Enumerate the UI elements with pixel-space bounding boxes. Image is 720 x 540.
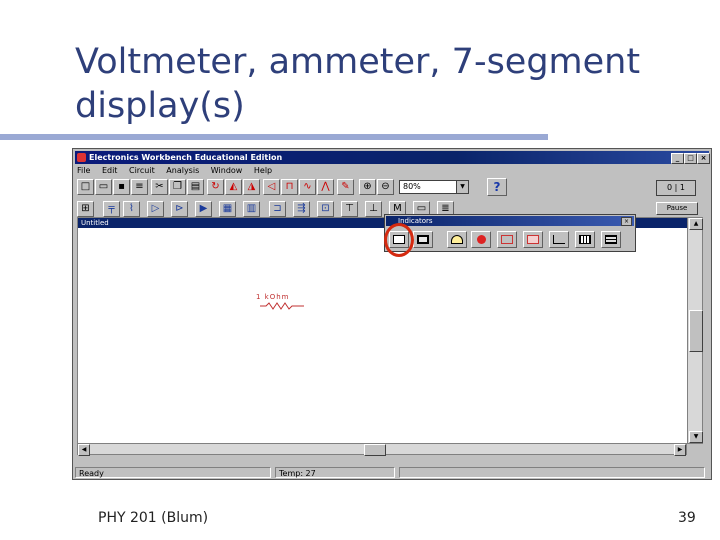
bargraph-icon[interactable] [575,231,595,248]
cut-icon[interactable]: ✂ [151,179,168,195]
analysis-graph-icon[interactable]: ⋀ [317,179,334,195]
app-icon [77,153,86,162]
app-window: Electronics Workbench Educational Editio… [72,148,712,480]
status-temperature: Temp: 27 [275,467,395,478]
bulb-icon[interactable] [447,231,467,248]
decoded-seven-segment-display-icon[interactable] [523,231,543,248]
indicators-palette: Indicators × [384,214,636,252]
controls-icon[interactable]: ⊥ [365,201,382,217]
palette-close-button[interactable]: × [621,217,632,226]
scroll-down-icon[interactable]: ▼ [689,431,703,443]
status-empty [399,467,705,478]
paste-icon[interactable]: ▤ [187,179,204,195]
ammeter-icon[interactable] [413,231,433,248]
copy-icon[interactable]: ❐ [169,179,186,195]
palette-titlebar[interactable]: Indicators [386,216,634,226]
flip-horizontal-icon[interactable]: ◭ [225,179,242,195]
sources-icon[interactable]: ╤ [103,201,120,217]
zoom-out-icon[interactable]: ⊖ [377,179,394,195]
vertical-scrollbar[interactable]: ▲ ▼ [687,217,703,444]
slide-title-line1: Voltmeter, ammeter, 7-segment [75,42,641,82]
menu-edit[interactable]: Edit [102,166,118,175]
rotate-icon[interactable]: ↻ [207,179,224,195]
menu-window[interactable]: Window [211,166,243,175]
horizontal-scrollbar[interactable]: ◀ ▶ [77,443,687,456]
window-title: Electronics Workbench Educational Editio… [89,153,283,162]
slide-title: Voltmeter, ammeter, 7-segment display(s) [75,40,695,128]
help-button[interactable]: ? [487,178,507,196]
digital-ics-icon[interactable]: ▥ [243,201,260,217]
highlight-circle [384,223,414,257]
open-folder-icon[interactable]: ▭ [95,179,112,195]
zoom-value: 80% [403,182,421,191]
menu-circuit[interactable]: Circuit [129,166,155,175]
basic-components-icon[interactable]: ⌇ [123,201,140,217]
menu-help[interactable]: Help [254,166,272,175]
hscroll-thumb[interactable] [364,444,386,456]
logic-gates-icon[interactable]: ⊐ [269,201,286,217]
scroll-thumb[interactable] [689,310,703,352]
resistor-label: 1 kOhm [256,293,290,301]
slide-title-line2: display(s) [75,86,245,126]
window-titlebar[interactable]: Electronics Workbench Educational Editio… [75,151,710,164]
power-switch[interactable]: 0 | 1 [656,180,696,196]
status-bar: Ready Temp: 27 [75,467,709,479]
zoom-in-icon[interactable]: ⊕ [359,179,376,195]
pause-button[interactable]: Pause [656,202,698,215]
mixed-components-icon[interactable]: ⊡ [317,201,334,217]
probe-icon[interactable] [471,231,491,248]
zoom-select[interactable]: 80% ▼ [399,180,469,194]
print-icon[interactable]: ≡ [131,179,148,195]
seven-segment-display-icon[interactable] [497,231,517,248]
menu-bar: File Edit Circuit Analysis Window Help [77,165,281,177]
page-number: 39 [678,510,696,526]
chevron-down-icon[interactable]: ▼ [456,181,468,193]
flip-vertical-icon[interactable]: ◮ [243,179,260,195]
title-rule [0,134,548,140]
new-file-icon[interactable]: □ [77,179,94,195]
component-properties-icon[interactable]: ◁ [263,179,280,195]
scroll-up-icon[interactable]: ▲ [689,218,703,230]
save-icon[interactable]: ▪ [113,179,130,195]
description-icon[interactable]: ✎ [337,179,354,195]
scroll-right-icon[interactable]: ▶ [674,444,686,456]
status-ready: Ready [75,467,271,478]
footer-course: PHY 201 (Blum) [98,510,209,526]
maximize-button[interactable]: □ [684,153,697,164]
buzzer-icon[interactable] [549,231,569,248]
analog-ics-icon[interactable]: ▶ [195,201,212,217]
digital-icon[interactable]: ⇶ [293,201,310,217]
close-button[interactable]: × [697,153,710,164]
menu-file[interactable]: File [77,166,90,175]
minimize-button[interactable]: _ [671,153,684,164]
resistor-symbol[interactable] [260,302,304,310]
custom-parts-icon[interactable]: ⊞ [77,201,94,217]
subcircuit-icon[interactable]: ⊓ [281,179,298,195]
transistors-icon[interactable]: ⊳ [171,201,188,217]
scroll-left-icon[interactable]: ◀ [78,444,90,456]
indicators-icon[interactable]: ⊤ [341,201,358,217]
menu-analysis[interactable]: Analysis [166,166,199,175]
diodes-icon[interactable]: ▷ [147,201,164,217]
decoded-bargraph-icon[interactable] [601,231,621,248]
graph-icon[interactable]: ∿ [299,179,316,195]
mixed-ics-icon[interactable]: ▦ [219,201,236,217]
